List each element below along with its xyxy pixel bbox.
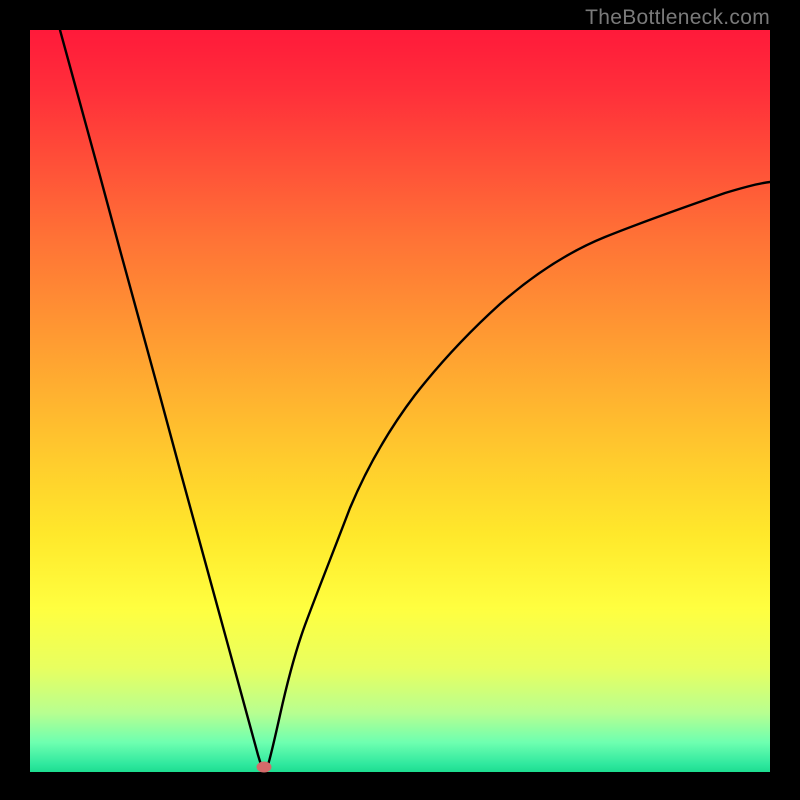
minimum-marker [257, 762, 272, 773]
chart-frame: TheBottleneck.com [0, 0, 800, 800]
watermark-text: TheBottleneck.com [585, 6, 770, 30]
bottleneck-curve [30, 30, 770, 772]
